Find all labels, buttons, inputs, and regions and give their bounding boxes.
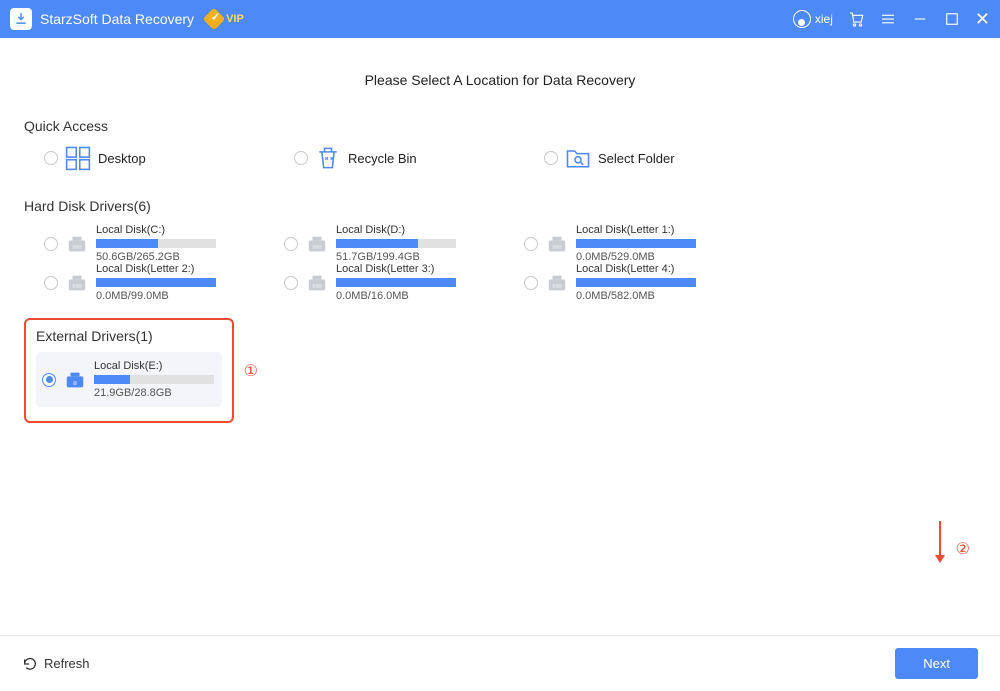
svg-text:SSD: SSD xyxy=(72,283,82,288)
disk-icon: SSD xyxy=(66,272,88,294)
radio-icon xyxy=(524,276,538,290)
disk-size: 51.7GB/199.4GB xyxy=(336,251,456,263)
menu-icon[interactable] xyxy=(879,10,897,28)
hard-disk-item[interactable]: SSD Local Disk(Letter 1:) 0.0MB/529.0MB xyxy=(524,224,764,263)
avatar-icon xyxy=(793,10,811,28)
svg-text:⊞: ⊞ xyxy=(73,380,77,385)
hard-disk-heading: Hard Disk Drivers(6) xyxy=(24,198,976,214)
hard-disk-item[interactable]: SSD Local Disk(Letter 4:) 0.0MB/582.0MB xyxy=(524,263,764,302)
quick-access-desktop[interactable]: Desktop xyxy=(44,144,264,172)
disk-usage-bar xyxy=(336,278,456,287)
recycle-bin-icon xyxy=(314,144,342,172)
qa-label: Select Folder xyxy=(598,151,675,166)
svg-text:SSD: SSD xyxy=(72,244,82,249)
radio-icon xyxy=(44,151,58,165)
cart-icon[interactable] xyxy=(847,10,865,28)
titlebar: StarzSoft Data Recovery VIP xiej ✕ xyxy=(0,0,1000,38)
radio-icon xyxy=(284,276,298,290)
disk-name: Local Disk(D:) xyxy=(336,224,456,236)
app-logo-icon xyxy=(10,8,32,30)
refresh-label: Refresh xyxy=(44,656,90,671)
external-heading: External Drivers(1) xyxy=(36,328,222,344)
annotation-two: ② xyxy=(956,539,970,559)
disk-size: 50.6GB/265.2GB xyxy=(96,251,216,263)
disk-icon: SSD xyxy=(546,233,568,255)
annotation-one: ① xyxy=(244,361,258,381)
disk-name: Local Disk(Letter 1:) xyxy=(576,224,696,236)
hard-disk-item[interactable]: SSD Local Disk(Letter 3:) 0.0MB/16.0MB xyxy=(284,263,524,302)
disk-size: 0.0MB/16.0MB xyxy=(336,290,456,302)
next-button[interactable]: Next xyxy=(895,648,978,679)
disk-icon: SSD xyxy=(66,233,88,255)
user-account[interactable]: xiej xyxy=(793,10,833,28)
disk-usage-bar xyxy=(576,239,696,248)
qa-label: Desktop xyxy=(98,151,146,166)
minimize-icon[interactable] xyxy=(911,10,929,28)
external-drivers-box: External Drivers(1) ⊞ Local Disk(E:) 21.… xyxy=(24,318,234,423)
refresh-button[interactable]: Refresh xyxy=(22,656,90,672)
disk-size: 21.9GB/28.8GB xyxy=(94,387,214,399)
hard-disk-item[interactable]: SSD Local Disk(C:) 50.6GB/265.2GB xyxy=(44,224,284,263)
hard-disk-item[interactable]: SSD Local Disk(Letter 2:) 0.0MB/99.0MB xyxy=(44,263,284,302)
disk-usage-bar xyxy=(336,239,456,248)
disk-icon: SSD xyxy=(306,233,328,255)
external-disk-item[interactable]: ⊞ Local Disk(E:) 21.9GB/28.8GB xyxy=(36,352,222,407)
vip-label: VIP xyxy=(226,13,244,25)
disk-usage-bar xyxy=(576,278,696,287)
radio-icon xyxy=(544,151,558,165)
disk-name: Local Disk(Letter 3:) xyxy=(336,263,456,275)
vip-badge: VIP xyxy=(206,11,244,27)
disk-size: 0.0MB/529.0MB xyxy=(576,251,696,263)
disk-name: Local Disk(Letter 4:) xyxy=(576,263,696,275)
quick-access-recycle-bin[interactable]: Recycle Bin xyxy=(294,144,514,172)
svg-text:SSD: SSD xyxy=(552,283,562,288)
radio-icon xyxy=(294,151,308,165)
qa-label: Recycle Bin xyxy=(348,151,417,166)
page-title: Please Select A Location for Data Recove… xyxy=(24,72,976,88)
folder-search-icon xyxy=(564,144,592,172)
disk-icon: ⊞ xyxy=(64,369,86,391)
radio-icon xyxy=(284,237,298,251)
radio-icon xyxy=(524,237,538,251)
disk-icon: SSD xyxy=(546,272,568,294)
desktop-icon xyxy=(64,144,92,172)
refresh-icon xyxy=(22,656,38,672)
quick-access-select-folder[interactable]: Select Folder xyxy=(544,144,764,172)
hard-disk-item[interactable]: SSD Local Disk(D:) 51.7GB/199.4GB xyxy=(284,224,524,263)
radio-icon xyxy=(44,237,58,251)
svg-text:SSD: SSD xyxy=(312,244,322,249)
app-title: StarzSoft Data Recovery xyxy=(40,11,194,27)
annotation-arrow-icon xyxy=(932,519,948,565)
svg-text:SSD: SSD xyxy=(552,244,562,249)
svg-text:SSD: SSD xyxy=(312,283,322,288)
radio-icon xyxy=(44,276,58,290)
maximize-icon[interactable] xyxy=(943,10,961,28)
disk-size: 0.0MB/582.0MB xyxy=(576,290,696,302)
disk-usage-bar xyxy=(96,278,216,287)
disk-icon: SSD xyxy=(306,272,328,294)
disk-name: Local Disk(E:) xyxy=(94,360,214,372)
disk-usage-bar xyxy=(94,375,214,384)
disk-name: Local Disk(C:) xyxy=(96,224,216,236)
close-icon[interactable]: ✕ xyxy=(975,9,990,30)
disk-usage-bar xyxy=(96,239,216,248)
username: xiej xyxy=(815,12,833,26)
disk-name: Local Disk(Letter 2:) xyxy=(96,263,216,275)
quick-access-heading: Quick Access xyxy=(24,118,976,134)
disk-size: 0.0MB/99.0MB xyxy=(96,290,216,302)
radio-icon xyxy=(42,373,56,387)
